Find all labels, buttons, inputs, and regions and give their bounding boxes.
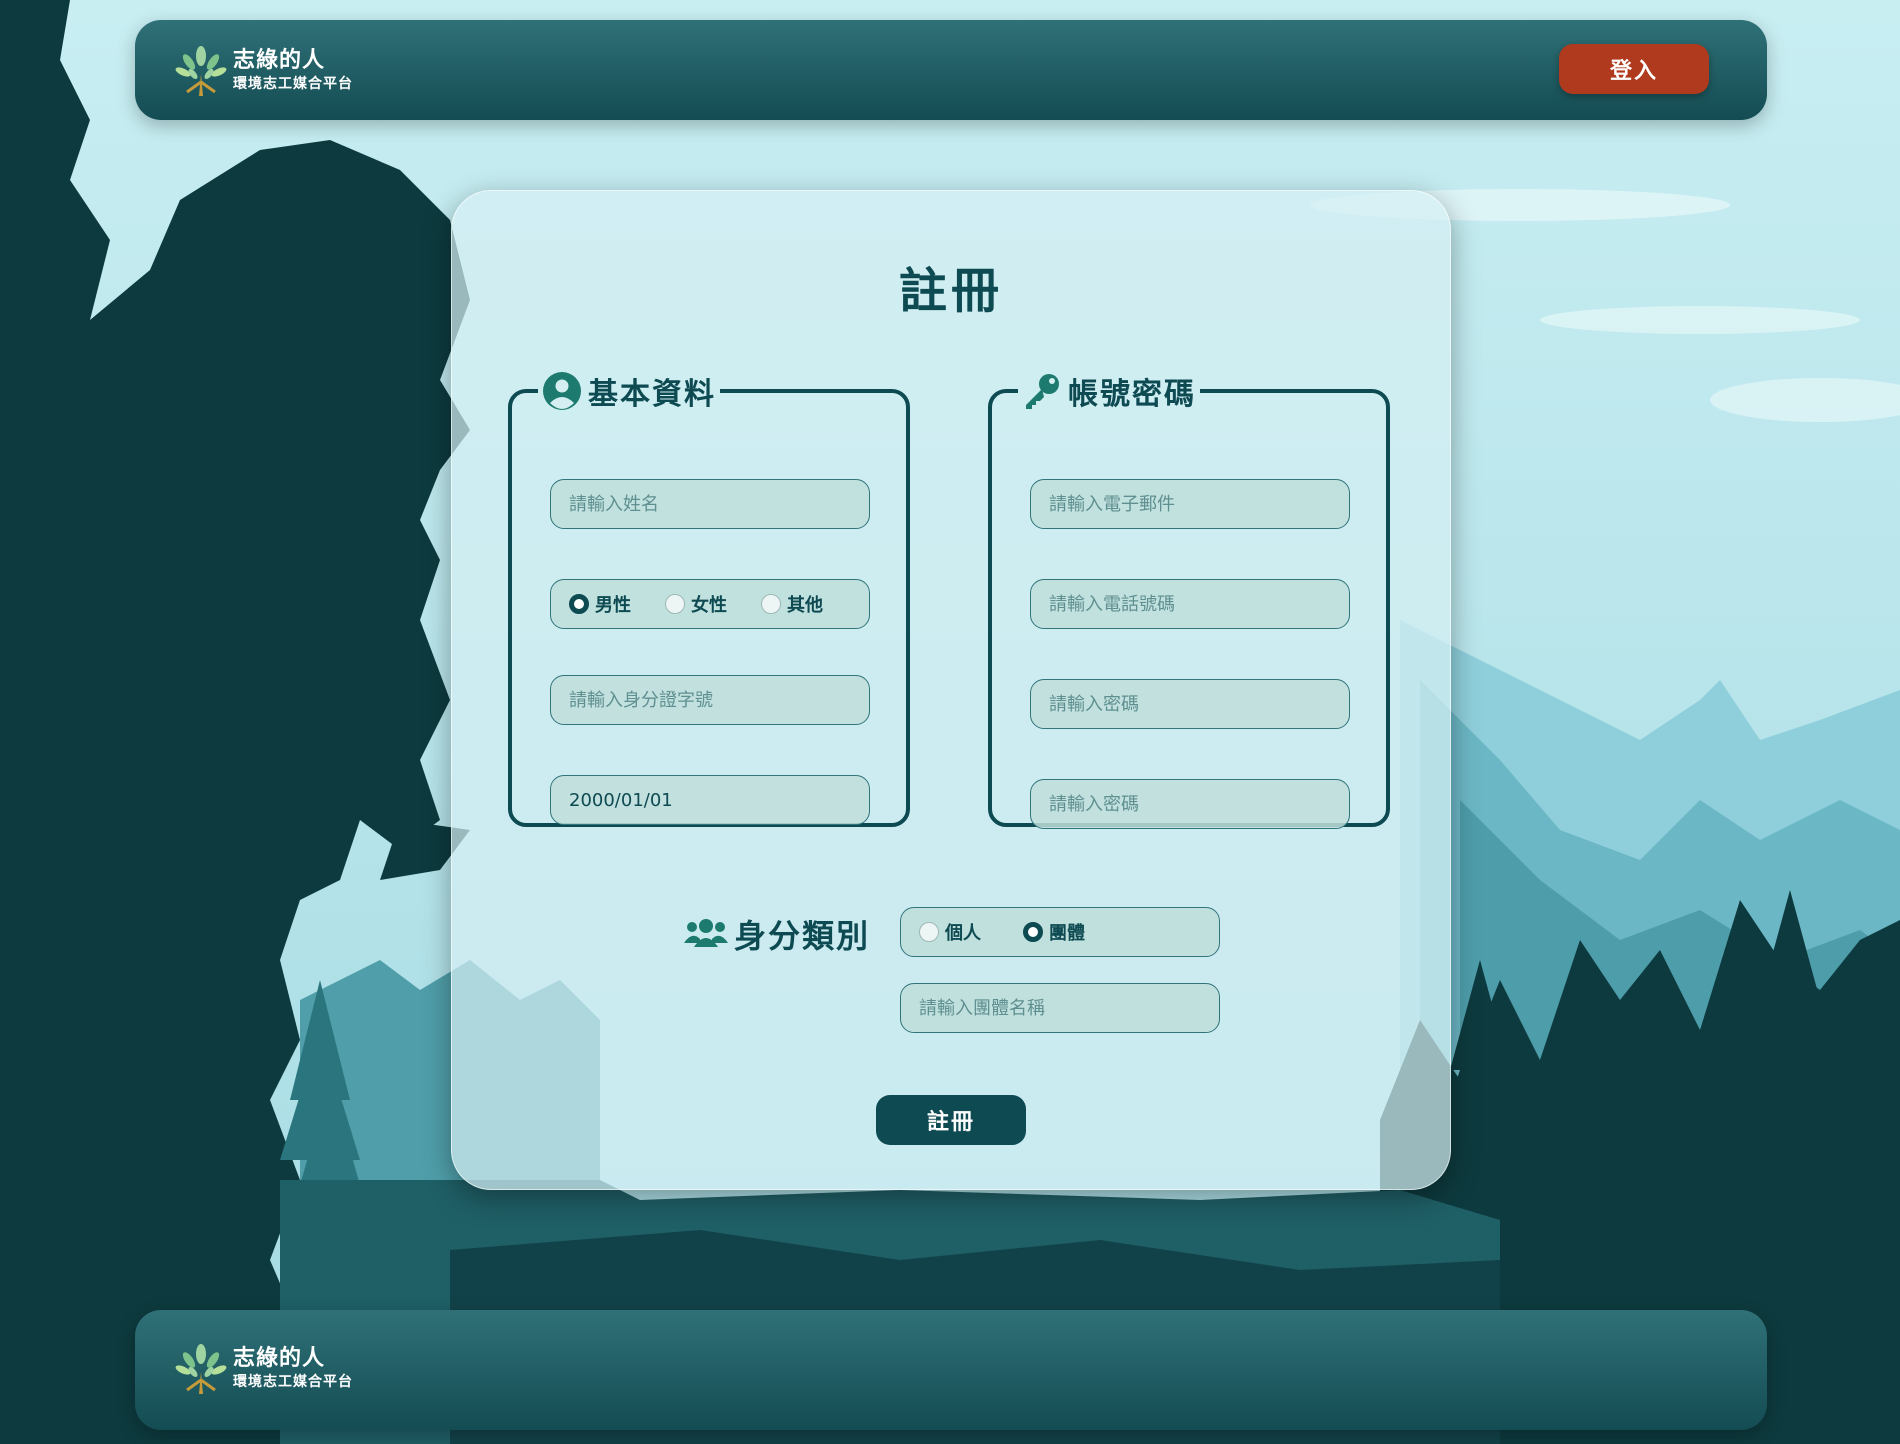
- login-button[interactable]: 登入: [1559, 44, 1709, 94]
- key-icon: [1026, 374, 1059, 409]
- identity-option-individual[interactable]: 個人: [919, 919, 981, 945]
- identity-type-title: 身分類別: [734, 917, 871, 955]
- brand-logo-link[interactable]: 志綠的人 環境志工媒合平台: [173, 42, 353, 98]
- password-confirm-input[interactable]: [1030, 779, 1350, 829]
- tree-logo-icon: [175, 46, 227, 96]
- identity-type-label: 身分類別: [682, 911, 870, 957]
- account-title: 帳號密碼: [1068, 377, 1196, 412]
- radio-checked-icon: [569, 594, 589, 614]
- gender-radio-group: 男性 女性 其他: [550, 579, 870, 629]
- basic-info-legend: 基本資料: [538, 369, 720, 413]
- basic-info-title: 基本資料: [588, 377, 716, 412]
- birthday-input[interactable]: [550, 775, 870, 825]
- identity-option-label: 團體: [1049, 923, 1085, 944]
- group-name-input[interactable]: [900, 983, 1220, 1033]
- register-submit-button[interactable]: 註冊: [876, 1095, 1026, 1145]
- footer-bar: 志綠的人 環境志工媒合平台: [135, 1310, 1767, 1430]
- page-title: 註冊: [898, 263, 1003, 319]
- account-legend: 帳號密碼: [1018, 369, 1200, 413]
- brand-name: 志綠的人: [233, 48, 326, 73]
- top-navbar: 志綠的人 環境志工媒合平台 登入: [135, 20, 1767, 120]
- identity-option-group[interactable]: 團體: [1023, 919, 1085, 945]
- users-group-icon: [684, 919, 728, 947]
- radio-unchecked-icon: [665, 594, 685, 614]
- basic-info-group: 基本資料 男性 女性 其他: [508, 369, 910, 827]
- password-input[interactable]: [1030, 679, 1350, 729]
- gender-option-female[interactable]: 女性: [665, 591, 727, 617]
- gender-option-label: 其他: [787, 595, 823, 616]
- user-circle-icon: [543, 372, 581, 410]
- name-input[interactable]: [550, 479, 870, 529]
- tree-logo-icon: [175, 1344, 227, 1394]
- gender-option-label: 女性: [691, 595, 727, 616]
- account-group: 帳號密碼: [988, 369, 1390, 829]
- footer-brand-subtitle: 環境志工媒合平台: [233, 1374, 353, 1390]
- footer-brand[interactable]: 志綠的人 環境志工媒合平台: [173, 1340, 353, 1396]
- register-card: 註冊 基本資料 男性 女性 其他: [451, 190, 1451, 1190]
- gender-option-label: 男性: [595, 595, 631, 616]
- phone-input[interactable]: [1030, 579, 1350, 629]
- id-number-input[interactable]: [550, 675, 870, 725]
- identity-radio-group: 個人 團體: [900, 907, 1220, 957]
- brand-subtitle: 環境志工媒合平台: [233, 76, 353, 92]
- email-input[interactable]: [1030, 479, 1350, 529]
- gender-option-other[interactable]: 其他: [761, 591, 823, 617]
- radio-unchecked-icon: [919, 922, 939, 942]
- footer-brand-name: 志綠的人: [233, 1346, 326, 1371]
- radio-unchecked-icon: [761, 594, 781, 614]
- radio-checked-icon: [1023, 922, 1043, 942]
- identity-option-label: 個人: [945, 923, 981, 944]
- gender-option-male[interactable]: 男性: [569, 591, 631, 617]
